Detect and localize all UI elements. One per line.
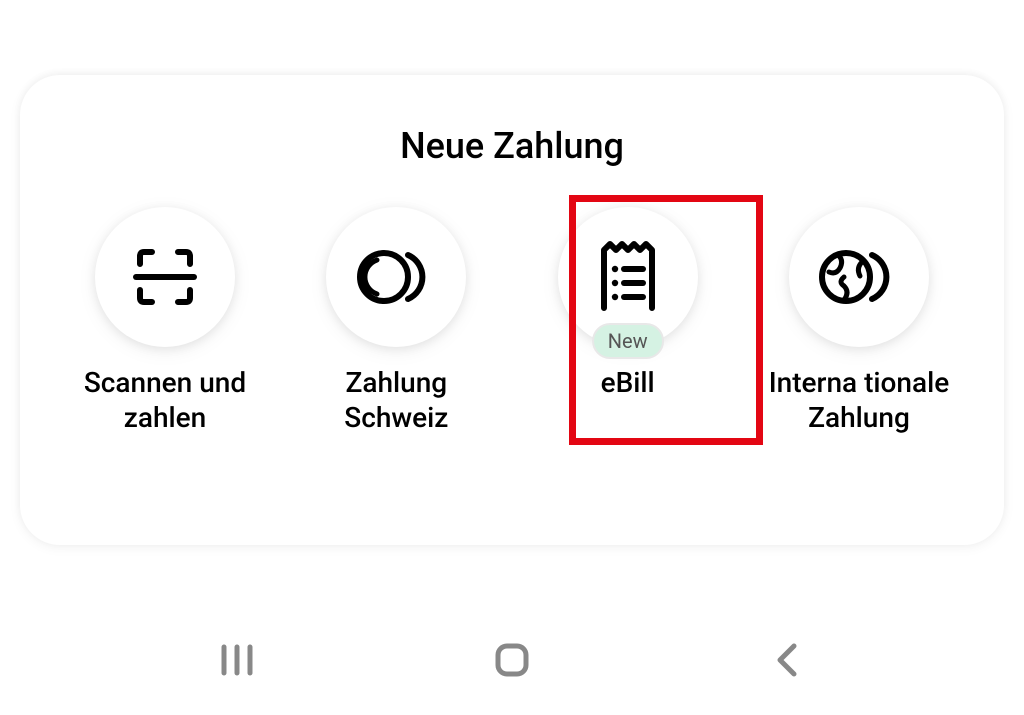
ebill-label: eBill (601, 365, 655, 400)
android-nav-bar (0, 630, 1024, 690)
back-button[interactable] (757, 630, 817, 690)
scan-and-pay-option[interactable]: Scannen und zahlen (60, 207, 270, 435)
scan-icon-circle (95, 207, 235, 347)
recents-icon (218, 643, 256, 677)
payment-options-row: Scannen und zahlen Zahlung Schweiz (50, 207, 974, 435)
coins-icon-circle (326, 207, 466, 347)
ebill-option[interactable]: New eBill (523, 207, 733, 400)
payment-ch-label: Zahlung Schweiz (296, 365, 496, 435)
intl-payment-label: Interna tionale Zahlung (759, 365, 959, 435)
recents-button[interactable] (207, 630, 267, 690)
receipt-icon-circle: New (558, 207, 698, 347)
international-payment-option[interactable]: Interna tionale Zahlung (754, 207, 964, 435)
coins-icon (354, 242, 438, 312)
scan-label: Scannen und zahlen (65, 365, 265, 435)
new-badge: New (592, 323, 664, 359)
receipt-icon (591, 236, 665, 318)
home-icon (492, 640, 532, 680)
payment-switzerland-option[interactable]: Zahlung Schweiz (291, 207, 501, 435)
back-icon (772, 640, 802, 680)
card-title: Neue Zahlung (50, 125, 974, 167)
scan-icon (126, 238, 204, 316)
new-payment-card: Neue Zahlung Scannen und zahlen (20, 75, 1004, 545)
globe-coins-icon (814, 242, 904, 312)
globe-coins-icon-circle (789, 207, 929, 347)
home-button[interactable] (482, 630, 542, 690)
